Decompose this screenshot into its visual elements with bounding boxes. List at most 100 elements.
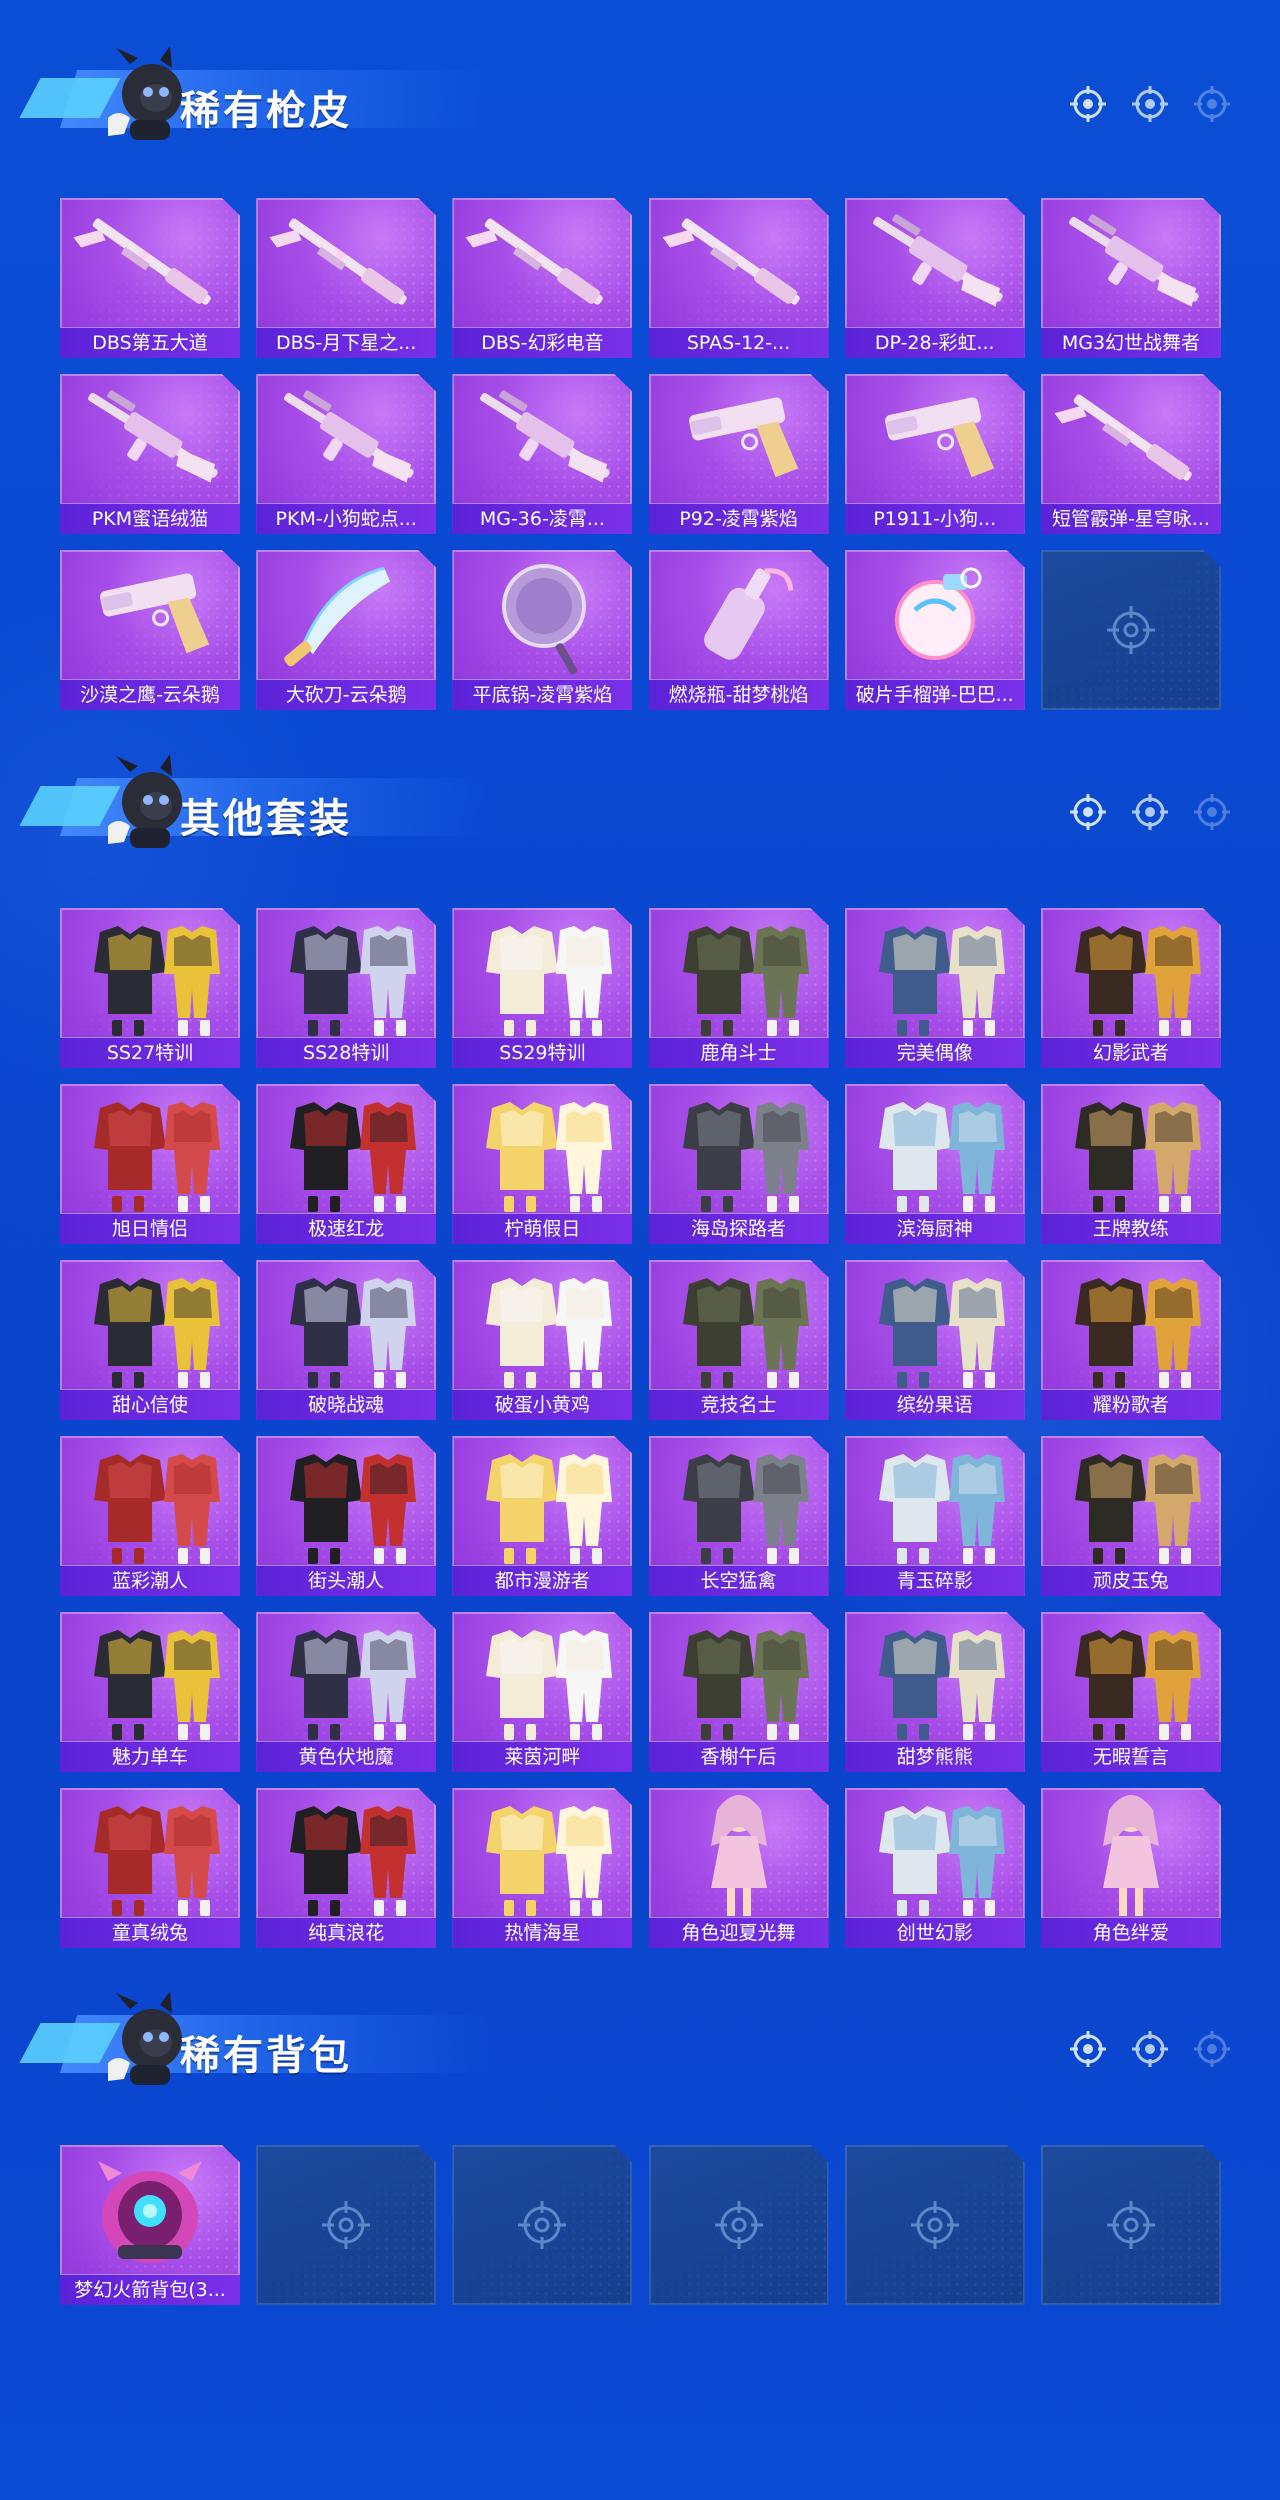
item-label: SPAS-12-... — [648, 327, 829, 358]
item-card[interactable]: 平底锅-凌霄紫焰 — [452, 550, 633, 710]
crosshair-icon — [1068, 84, 1108, 124]
item-card[interactable]: 甜梦熊熊 — [844, 1612, 1025, 1772]
item-label: 蓝彩潮人 — [60, 1565, 240, 1596]
item-card[interactable]: DBS第五大道 — [60, 198, 240, 358]
item-card[interactable]: MG-36-凌霄... — [452, 374, 633, 534]
section-header: 其他套装 — [19, 748, 1270, 858]
item-card[interactable]: 莱茵河畔 — [452, 1612, 633, 1772]
crosshair-icon — [318, 2197, 374, 2253]
item-label: 莱茵河畔 — [452, 1741, 633, 1772]
item-grid: DBS第五大道 DBS-月下星之... DBS-幻彩电音 SPAS-12-... DP-… — [60, 198, 1221, 710]
item-label: P92-凌霄紫焰 — [648, 503, 829, 534]
crosshair-icon — [1068, 792, 1108, 832]
item-label: MG-36-凌霄... — [452, 503, 633, 534]
item-card[interactable]: 海岛探路者 — [648, 1084, 829, 1244]
item-card[interactable]: 创世幻影 — [844, 1788, 1025, 1948]
item-label: 长空猛禽 — [648, 1565, 829, 1596]
empty-slot — [844, 2145, 1025, 2305]
reticle-decoration — [1068, 792, 1232, 832]
item-card[interactable]: P92-凌霄紫焰 — [648, 374, 829, 534]
item-card[interactable]: 青玉碎影 — [844, 1436, 1025, 1596]
item-label: 滨海厨神 — [844, 1213, 1025, 1244]
crosshair-icon — [514, 2197, 570, 2253]
item-card[interactable]: 缤纷果语 — [844, 1260, 1025, 1420]
item-label: P1911-小狗... — [844, 503, 1025, 534]
item-label: 柠萌假日 — [452, 1213, 633, 1244]
item-card[interactable]: 破晓战魂 — [256, 1260, 437, 1420]
item-label: SS28特训 — [256, 1037, 437, 1068]
item-card[interactable]: 完美偶像 — [844, 908, 1025, 1068]
crosshair-icon — [1103, 2197, 1159, 2253]
item-label: 童真绒兔 — [60, 1917, 240, 1948]
item-card[interactable]: 梦幻火箭背包(3... — [60, 2145, 240, 2305]
crosshair-icon — [711, 2197, 767, 2253]
reticle-decoration — [1068, 2029, 1232, 2069]
item-card[interactable]: DBS-幻彩电音 — [452, 198, 633, 358]
item-card[interactable]: 王牌教练 — [1040, 1084, 1221, 1244]
item-card[interactable]: 燃烧瓶-甜梦桃焰 — [648, 550, 829, 710]
item-card[interactable]: 幻影武者 — [1040, 908, 1221, 1068]
item-card[interactable]: 顽皮玉兔 — [1040, 1436, 1221, 1596]
crosshair-icon — [1192, 84, 1232, 124]
item-label: 完美偶像 — [844, 1037, 1025, 1068]
item-card[interactable]: 无暇誓言 — [1040, 1612, 1221, 1772]
item-card[interactable]: 童真绒兔 — [60, 1788, 240, 1948]
crosshair-icon — [1068, 2029, 1108, 2069]
item-label: MG3幻世战舞者 — [1040, 327, 1221, 358]
item-card[interactable]: 街头潮人 — [256, 1436, 437, 1596]
item-label: 青玉碎影 — [844, 1565, 1025, 1596]
item-label: 顽皮玉兔 — [1040, 1565, 1221, 1596]
empty-slot — [1040, 2145, 1221, 2305]
item-card[interactable]: 鹿角斗士 — [648, 908, 829, 1068]
crosshair-icon — [1103, 602, 1159, 658]
item-card[interactable]: DP-28-彩虹... — [844, 198, 1025, 358]
item-label: PKM蜜语绒猫 — [60, 503, 240, 534]
section-header: 稀有枪皮 — [19, 40, 1270, 150]
item-label: 平底锅-凌霄紫焰 — [452, 679, 633, 710]
item-card[interactable]: 香榭午后 — [648, 1612, 829, 1772]
item-card[interactable]: 大砍刀-云朵鹅 — [256, 550, 437, 710]
empty-slot — [648, 2145, 829, 2305]
item-card[interactable]: SS27特训 — [60, 908, 240, 1068]
section-title: 其他套装 — [180, 796, 352, 842]
item-label: 街头潮人 — [256, 1565, 437, 1596]
item-card[interactable]: PKM-小狗蛇点... — [256, 374, 437, 534]
item-label: PKM-小狗蛇点... — [256, 503, 437, 534]
item-card[interactable]: 魅力单车 — [60, 1612, 240, 1772]
item-label: 角色迎夏光舞 — [648, 1917, 829, 1948]
item-card[interactable]: 蓝彩潮人 — [60, 1436, 240, 1596]
item-card[interactable]: 纯真浪花 — [256, 1788, 437, 1948]
item-card[interactable]: DBS-月下星之... — [256, 198, 437, 358]
item-card[interactable]: MG3幻世战舞者 — [1040, 198, 1221, 358]
item-card[interactable]: SS29特训 — [452, 908, 633, 1068]
item-label: 纯真浪花 — [256, 1917, 437, 1948]
item-label: 王牌教练 — [1040, 1213, 1221, 1244]
item-label: 竞技名士 — [648, 1389, 829, 1420]
item-card[interactable]: 甜心信使 — [60, 1260, 240, 1420]
item-card[interactable]: PKM蜜语绒猫 — [60, 374, 240, 534]
item-label: SS27特训 — [60, 1037, 240, 1068]
item-label: 魅力单车 — [60, 1741, 240, 1772]
item-card[interactable]: 破片手榴弹-巴巴... — [844, 550, 1025, 710]
item-card[interactable]: 黄色伏地魔 — [256, 1612, 437, 1772]
item-card[interactable]: SS28特训 — [256, 908, 437, 1068]
item-label: 都市漫游者 — [452, 1565, 633, 1596]
item-card[interactable]: 短管霰弹-星穹咏... — [1040, 374, 1221, 534]
item-card[interactable]: 滨海厨神 — [844, 1084, 1025, 1244]
item-card[interactable]: 角色迎夏光舞 — [648, 1788, 829, 1948]
item-card[interactable]: 竞技名士 — [648, 1260, 829, 1420]
crosshair-icon — [1130, 2029, 1170, 2069]
item-card[interactable]: 长空猛禽 — [648, 1436, 829, 1596]
item-card[interactable]: 耀粉歌者 — [1040, 1260, 1221, 1420]
item-card[interactable]: 破蛋小黄鸡 — [452, 1260, 633, 1420]
item-card[interactable]: 极速红龙 — [256, 1084, 437, 1244]
item-card[interactable]: SPAS-12-... — [648, 198, 829, 358]
item-card[interactable]: 沙漠之鹰-云朵鹅 — [60, 550, 240, 710]
item-card[interactable]: 柠萌假日 — [452, 1084, 633, 1244]
item-card[interactable]: 旭日情侣 — [60, 1084, 240, 1244]
item-card[interactable]: 热情海星 — [452, 1788, 633, 1948]
item-card[interactable]: 角色绊爱 — [1040, 1788, 1221, 1948]
item-card[interactable]: P1911-小狗... — [844, 374, 1025, 534]
item-card[interactable]: 都市漫游者 — [452, 1436, 633, 1596]
item-label: DBS-月下星之... — [256, 327, 437, 358]
